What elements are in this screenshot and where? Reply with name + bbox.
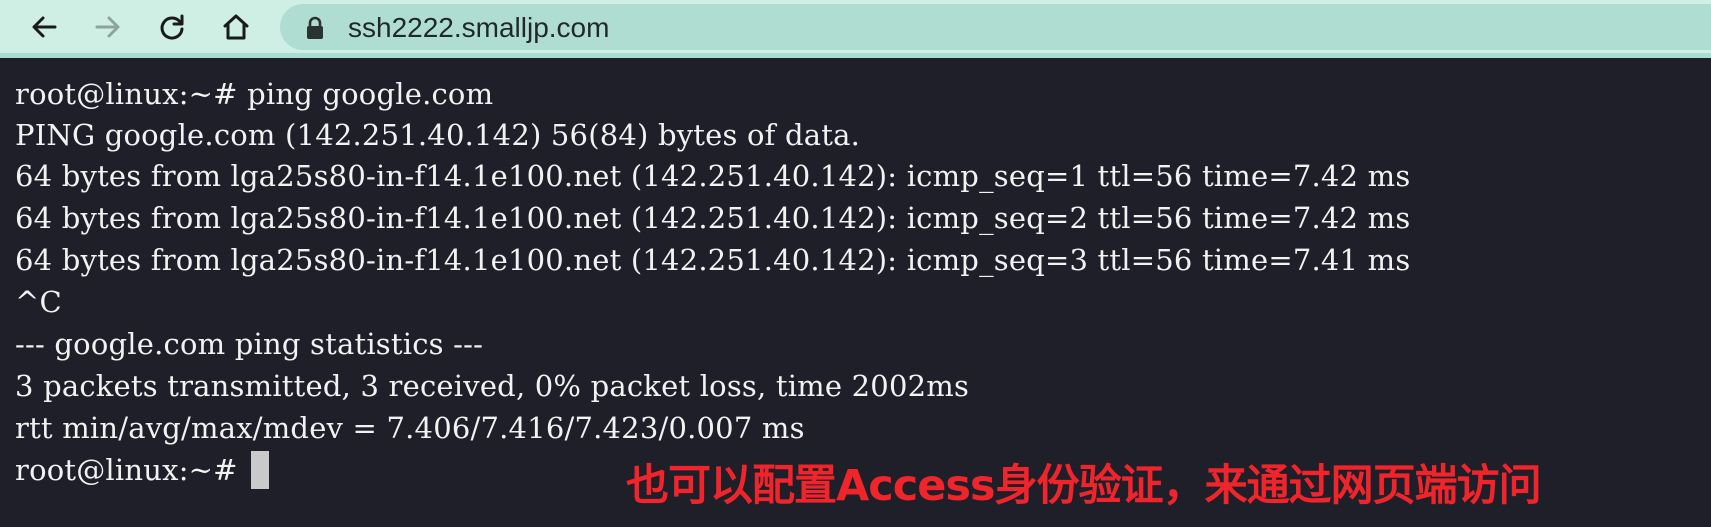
browser-toolbar: ssh2222.smalljp.com — [0, 0, 1711, 58]
home-icon — [223, 14, 249, 40]
terminal-line: 64 bytes from lga25s80-in-f14.1e100.net … — [15, 159, 1411, 193]
terminal-line: 64 bytes from lga25s80-in-f14.1e100.net … — [15, 243, 1411, 277]
terminal-line: --- google.com ping statistics --- — [15, 327, 484, 361]
forward-button[interactable] — [88, 8, 128, 46]
terminal-line: rtt min/avg/max/mdev = 7.406/7.416/7.423… — [15, 411, 805, 445]
terminal-cursor — [251, 451, 270, 489]
annotation-caption: 也可以配置Access身份验证，来通过网页端访问 — [626, 461, 1542, 511]
reload-icon — [160, 14, 184, 40]
terminal-line: PING google.com (142.251.40.142) 56(84) … — [15, 118, 861, 152]
terminal-line: root@linux:~# ping google.com — [15, 77, 494, 111]
terminal-line: 3 packets transmitted, 3 received, 0% pa… — [15, 369, 970, 403]
terminal-line: 64 bytes from lga25s80-in-f14.1e100.net … — [15, 201, 1411, 235]
back-button[interactable] — [24, 8, 64, 46]
terminal-prompt-line[interactable]: root@linux:~# — [15, 449, 270, 491]
terminal-prompt: root@linux:~# — [15, 453, 248, 487]
url-text[interactable]: ssh2222.smalljp.com — [348, 8, 609, 48]
forward-arrow-icon — [95, 16, 120, 38]
home-button[interactable] — [216, 8, 256, 46]
reload-button[interactable] — [152, 8, 192, 46]
terminal-line: ^C — [15, 285, 62, 319]
back-arrow-icon — [32, 16, 57, 38]
lock-icon — [307, 16, 323, 39]
